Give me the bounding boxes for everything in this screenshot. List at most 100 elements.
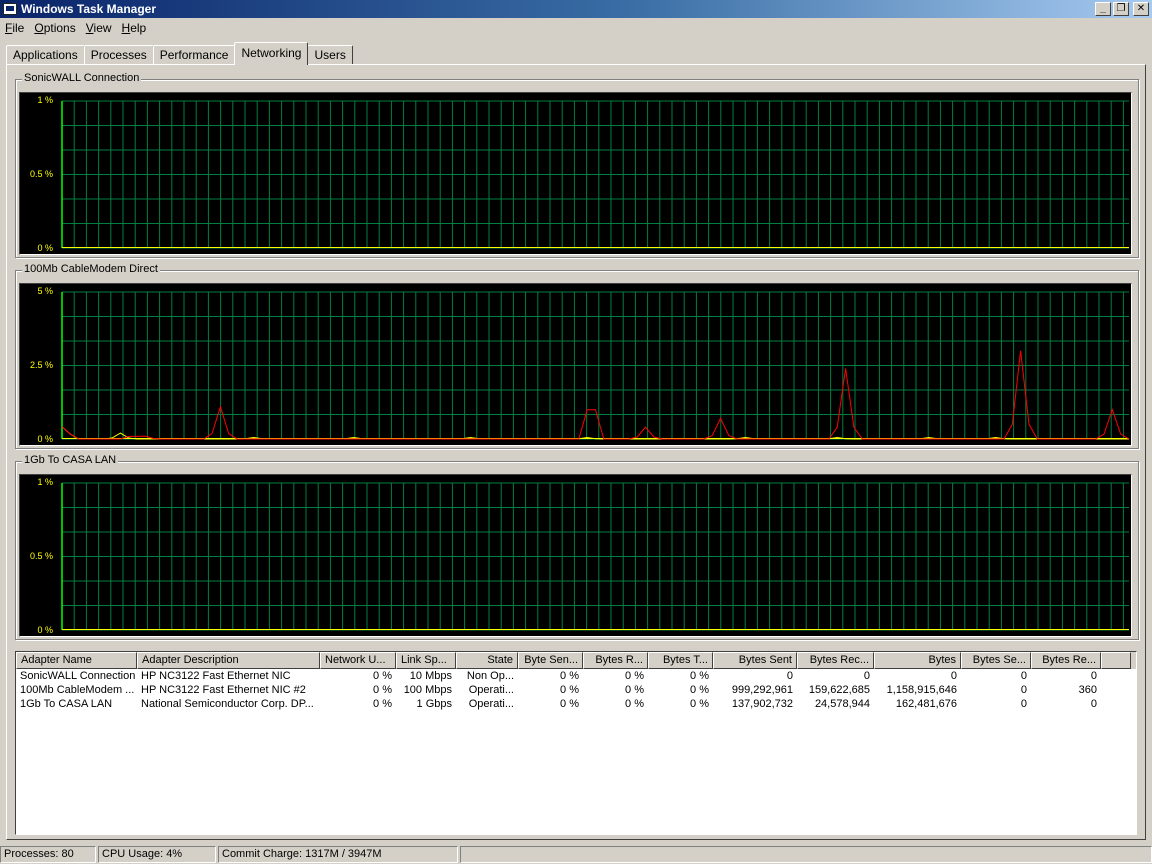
- cell-adapter-name: 1Gb To CASA LAN: [20, 698, 113, 710]
- cell-bytes-received-throughput: 0 %: [625, 698, 644, 710]
- title-bar[interactable]: Windows Task Manager _ ❐ ✕: [0, 0, 1152, 18]
- cell-bytes-sent-throughput: 0 %: [560, 684, 579, 696]
- cell-state: Operati...: [468, 698, 514, 710]
- col-bytes-throughput[interactable]: Bytes T...: [648, 652, 713, 669]
- cell-bytes-received: 0: [863, 670, 870, 682]
- graph-group-casa-lan: 1Gb To CASA LAN 1 % 0.5 % 0 %: [15, 454, 1139, 640]
- col-link-speed[interactable]: Link Sp...: [396, 652, 456, 669]
- graph-canvas: [61, 482, 1129, 631]
- adapter-list[interactable]: Adapter Name Adapter Description Network U…: [15, 651, 1137, 835]
- menu-options[interactable]: Options: [29, 21, 80, 35]
- graph-canvas: [61, 291, 1130, 440]
- cell-adapter-name: 100Mb CableModem ...: [20, 684, 135, 696]
- close-button[interactable]: ✕: [1133, 2, 1149, 16]
- tab-networking[interactable]: Networking: [234, 42, 309, 65]
- col-bytes-received-throughput[interactable]: Bytes R...: [583, 652, 648, 669]
- cell-network-utilization: 0 %: [373, 684, 392, 696]
- series-received: [61, 350, 1130, 440]
- list-body: SonicWALL Connection HP NC3122 Fast Ether…: [16, 669, 1136, 711]
- cell-bytes-received-interval: 360: [1078, 684, 1097, 696]
- y-label-min: 0 %: [37, 625, 53, 635]
- cell-network-utilization: 0 %: [373, 670, 392, 682]
- y-label-mid: 0.5 %: [29, 551, 53, 561]
- header-filler: [1101, 652, 1131, 669]
- cell-bytes-sent-interval: 0: [1020, 684, 1027, 696]
- cell-bytes: 0: [950, 670, 957, 682]
- col-bytes[interactable]: Bytes: [874, 652, 961, 669]
- table-row[interactable]: 100Mb CableModem ... HP NC3122 Fast Ether…: [16, 683, 1136, 697]
- cell-network-utilization: 0 %: [373, 698, 392, 710]
- col-bytes-received[interactable]: Bytes Rec...: [797, 652, 874, 669]
- graph-group-sonicwall: SonicWALL Connection 1 % 0.5 % 0 %: [15, 72, 1139, 258]
- cell-bytes-throughput: 0 %: [690, 670, 709, 682]
- series-sent: [61, 426, 1129, 440]
- col-state[interactable]: State: [456, 652, 518, 669]
- graph-title: 1Gb To CASA LAN: [22, 454, 119, 466]
- y-label-min: 0 %: [37, 434, 53, 444]
- cell-link-speed: 1 Gbps: [416, 698, 452, 710]
- col-bytes-received-interval[interactable]: Bytes Re...: [1031, 652, 1101, 669]
- graph-group-cablemodem: 100Mb CableModem Direct 5 % 2.5 % 0 %: [15, 263, 1139, 449]
- window-title: Windows Task Manager: [21, 2, 157, 16]
- cell-bytes-received-interval: 0: [1090, 670, 1097, 682]
- cell-link-speed: 100 Mbps: [403, 684, 452, 696]
- status-cpu: CPU Usage: 4%: [98, 846, 216, 863]
- y-label-max: 5 %: [37, 286, 53, 296]
- tab-users[interactable]: Users: [307, 45, 353, 65]
- status-processes: Processes: 80: [0, 846, 96, 863]
- networking-panel: SonicWALL Connection 1 % 0.5 % 0 % 100Mb…: [6, 64, 1146, 840]
- status-bar: Processes: 80 CPU Usage: 4% Commit Charg…: [0, 846, 1152, 864]
- cell-state: Non Op...: [466, 670, 514, 682]
- cell-bytes-sent-interval: 0: [1020, 670, 1027, 682]
- minimize-button[interactable]: _: [1095, 2, 1111, 16]
- cell-bytes-received-throughput: 0 %: [625, 670, 644, 682]
- col-adapter-name[interactable]: Adapter Name: [16, 652, 137, 669]
- table-row[interactable]: 1Gb To CASA LAN National Semiconductor Co…: [16, 697, 1136, 711]
- menu-view[interactable]: View: [81, 21, 117, 35]
- col-network-utilization[interactable]: Network U...: [320, 652, 396, 669]
- tab-strip: Applications Processes Performance Netwo…: [6, 42, 353, 65]
- cell-bytes-sent-throughput: 0 %: [560, 670, 579, 682]
- col-bytes-sent-throughput[interactable]: Byte Sen...: [518, 652, 583, 669]
- cell-adapter-description: HP NC3122 Fast Ethernet NIC #2: [141, 684, 306, 696]
- menu-help[interactable]: Help: [117, 21, 152, 35]
- cell-bytes-sent-throughput: 0 %: [560, 698, 579, 710]
- col-bytes-sent-interval[interactable]: Bytes Se...: [961, 652, 1031, 669]
- restore-button[interactable]: ❐: [1113, 2, 1129, 16]
- col-bytes-sent[interactable]: Bytes Sent: [713, 652, 797, 669]
- col-adapter-description[interactable]: Adapter Description: [137, 652, 320, 669]
- list-header: Adapter Name Adapter Description Network U…: [16, 652, 1136, 669]
- cell-adapter-name: SonicWALL Connection: [20, 670, 136, 682]
- y-label-max: 1 %: [37, 477, 53, 487]
- cell-bytes-throughput: 0 %: [690, 698, 709, 710]
- tab-processes[interactable]: Processes: [83, 45, 154, 65]
- status-commit: Commit Charge: 1317M / 3947M: [218, 846, 458, 863]
- tab-applications[interactable]: Applications: [6, 45, 85, 65]
- cell-bytes-received: 159,622,685: [808, 684, 870, 696]
- cell-bytes-sent-interval: 0: [1020, 698, 1027, 710]
- cell-bytes: 1,158,915,646: [886, 684, 957, 696]
- y-label-max: 1 %: [37, 95, 53, 105]
- y-label-mid: 0.5 %: [29, 169, 53, 179]
- tab-performance[interactable]: Performance: [152, 45, 236, 65]
- network-graph: 1 % 0.5 % 0 %: [19, 92, 1132, 255]
- y-label-mid: 2.5 %: [29, 360, 53, 370]
- cell-bytes-received-interval: 0: [1090, 698, 1097, 710]
- graph-title: 100Mb CableModem Direct: [22, 263, 160, 275]
- network-graph: 5 % 2.5 % 0 %: [19, 283, 1132, 446]
- cell-bytes-throughput: 0 %: [690, 684, 709, 696]
- task-manager-icon: [3, 3, 17, 15]
- status-blank: [460, 846, 1152, 863]
- network-graph: 1 % 0.5 % 0 %: [19, 474, 1132, 637]
- table-row[interactable]: SonicWALL Connection HP NC3122 Fast Ether…: [16, 669, 1136, 683]
- menu-file[interactable]: File: [0, 21, 29, 35]
- y-label-min: 0 %: [37, 243, 53, 253]
- cell-bytes-received-throughput: 0 %: [625, 684, 644, 696]
- cell-link-speed: 10 Mbps: [409, 670, 452, 682]
- cell-bytes-sent: 999,292,961: [731, 684, 793, 696]
- graph-canvas: [61, 100, 1129, 249]
- cell-adapter-description: HP NC3122 Fast Ethernet NIC: [141, 670, 291, 682]
- cell-bytes-sent: 137,902,732: [731, 698, 793, 710]
- menu-bar: File Options View Help: [0, 19, 151, 37]
- cell-bytes-sent: 0: [786, 670, 793, 682]
